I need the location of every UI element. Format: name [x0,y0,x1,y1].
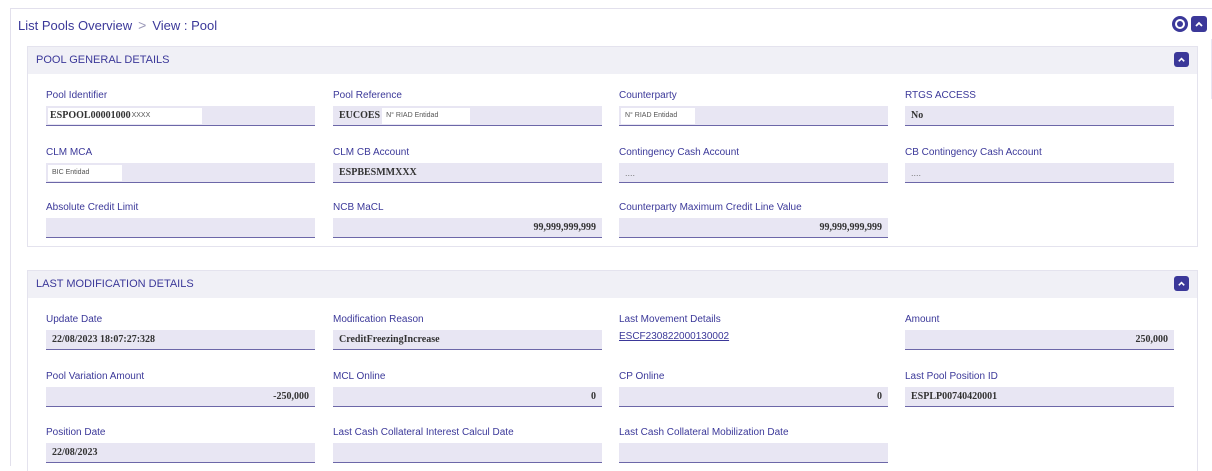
field-label: Modification Reason [333,314,424,325]
top-actions [1172,16,1207,32]
field-label: Position Date [46,427,106,438]
field-last-movement-details: Last Movement Details ESCF23082200013000… [619,314,888,346]
field-ncb-macl: NCB MaCL 99,999,999,999 [333,202,602,238]
page-frame: List Pools Overview > View : Pool POOL GEN… [10,8,1212,471]
clm-cb-account-value: ESPBESMMXXX [333,163,602,183]
field-label: Counterparty [619,90,677,101]
section-last-modification-details: LAST MODIFICATION DETAILS Update Date 22… [27,270,1198,471]
field-label: Amount [905,314,940,325]
contingency-cash-account-value: .... [619,163,888,183]
modification-reason-value: CreditFreezingIncrease [333,330,602,350]
field-label: Last Cash Collateral Mobilization Date [619,427,789,438]
field-position-date: Position Date 22/08/2023 [46,427,315,463]
last-cash-collateral-mobilization-date-value [619,443,888,463]
field-contingency-cash-account: Contingency Cash Account .... [619,147,888,183]
rtgs-access-value: No [905,106,1174,126]
field-last-pool-position-id: Last Pool Position ID ESPLP00740420001 [905,371,1174,407]
field-label: NCB MaCL [333,202,384,213]
field-pool-variation-amount: Pool Variation Amount -250,000 [46,371,315,407]
field-last-cash-collateral-interest-date: Last Cash Collateral Interest Calcul Dat… [333,427,602,463]
mcl-online-value: 0 [333,387,602,407]
last-movement-details-link[interactable]: ESCF230822000130002 [619,330,888,346]
field-label: Update Date [46,314,103,325]
section-title: POOL GENERAL DETAILS [36,54,170,66]
field-label: Absolute Credit Limit [46,202,139,213]
ncb-macl-value: 99,999,999,999 [333,218,602,238]
chevron-up-icon[interactable] [1191,16,1207,32]
field-label: RTGS ACCESS [905,90,976,101]
amount-value: 250,000 [905,330,1174,350]
field-label: Contingency Cash Account [619,147,740,158]
field-pool-reference: Pool Reference EUCOES N° RIAD Entidad [333,90,602,126]
breadcrumb-separator: > [138,17,147,33]
counterparty-tag: N° RIAD Entidad [621,108,695,124]
field-label: Pool Variation Amount [46,371,145,382]
field-label: Counterparty Maximum Credit Line Value [619,202,802,213]
field-label: Last Pool Position ID [905,371,998,382]
field-cb-contingency-cash-account: CB Contingency Cash Account .... [905,147,1174,183]
breadcrumb-current: View : Pool [152,18,218,33]
field-absolute-credit-limit: Absolute Credit Limit [46,202,315,238]
field-label: Last Cash Collateral Interest Calcul Dat… [333,427,514,438]
field-update-date: Update Date 22/08/2023 18:07:27:328 [46,314,315,350]
field-cp-online: CP Online 0 [619,371,888,407]
collapse-section-button[interactable] [1174,52,1189,67]
field-clm-cb-account: CLM CB Account ESPBESMMXXX [333,147,602,183]
counterparty-value: N° RIAD Entidad [619,106,888,126]
clm-mca-value: BIC Entidad [46,163,315,183]
field-modification-reason: Modification Reason CreditFreezingIncrea… [333,314,602,350]
field-counterparty: Counterparty N° RIAD Entidad [619,90,888,126]
field-mcl-online: MCL Online 0 [333,371,602,407]
clm-mca-tag: BIC Entidad [48,165,122,181]
pool-identifier-value: ESPOOL00001000XXXX [46,106,315,126]
absolute-credit-limit-value [46,218,315,238]
chevron-up-icon [1178,57,1185,62]
section-title: LAST MODIFICATION DETAILS [36,278,194,290]
section-pool-general-details: POOL GENERAL DETAILS Pool Identifier ESP… [27,46,1198,247]
counterparty-max-credit-line-value: 99,999,999,999 [619,218,888,238]
field-pool-identifier: Pool Identifier ESPOOL00001000XXXX [46,90,315,126]
top-bar: List Pools Overview > View : Pool [11,9,1212,39]
breadcrumb-parent-link[interactable]: List Pools Overview [18,18,132,33]
field-rtgs-access: RTGS ACCESS No [905,90,1174,126]
field-amount: Amount 250,000 [905,314,1174,350]
cp-online-value: 0 [619,387,888,407]
field-label: Pool Reference [333,90,402,101]
field-label: CP Online [619,371,665,382]
pool-reference-tag: N° RIAD Entidad [382,108,471,124]
field-label: CLM CB Account [333,147,410,158]
field-label: Pool Identifier [46,90,108,101]
pool-variation-amount-value: -250,000 [46,387,315,407]
position-date-value: 22/08/2023 [46,443,315,463]
field-label: MCL Online [333,371,386,382]
field-label: CB Contingency Cash Account [905,147,1042,158]
field-label: Last Movement Details [619,314,721,325]
last-pool-position-id-value: ESPLP00740420001 [905,387,1174,407]
breadcrumb: List Pools Overview > View : Pool [18,17,217,33]
collapse-section-button[interactable] [1174,276,1189,291]
cb-contingency-cash-account-value: .... [905,163,1174,183]
chevron-up-icon [1178,281,1185,286]
section-header: POOL GENERAL DETAILS [28,47,1197,74]
field-last-cash-collateral-mobilization-date: Last Cash Collateral Mobilization Date [619,427,888,463]
update-date-value: 22/08/2023 18:07:27:328 [46,330,315,350]
last-cash-collateral-interest-date-value [333,443,602,463]
pool-identifier-tag: XXXX [130,108,151,124]
expand-icon[interactable] [1172,16,1188,32]
field-clm-mca: CLM MCA BIC Entidad [46,147,315,183]
pool-reference-value: EUCOES N° RIAD Entidad [333,106,602,126]
field-counterparty-max-credit-line: Counterparty Maximum Credit Line Value 9… [619,202,888,238]
field-label: CLM MCA [46,147,93,158]
section-header: LAST MODIFICATION DETAILS [28,271,1197,298]
